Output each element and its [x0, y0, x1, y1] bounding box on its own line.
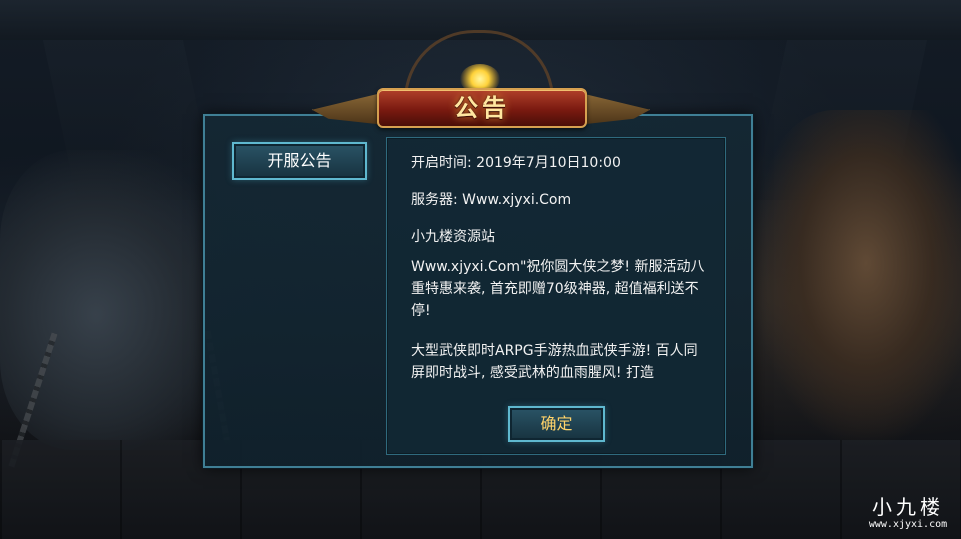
background-creature-right	[750, 110, 961, 450]
watermark: 小九楼 www.xjyxi.com	[858, 496, 958, 536]
site-name-text: 小九楼资源站	[411, 229, 495, 245]
confirm-button[interactable]: 确定	[508, 406, 605, 442]
promo-text: Www.xjyxi.Com"祝你圆大侠之梦! 新服活动八重特惠来袭, 首充即赠7…	[411, 259, 705, 319]
tab-server-announcement[interactable]: 开服公告	[232, 142, 367, 180]
title-plate: 公告	[377, 88, 587, 128]
dialog-title-ornament: 公告	[312, 30, 650, 130]
dialog-title: 公告	[454, 93, 510, 122]
server-text: 服务器: Www.xjyxi.Com	[411, 192, 572, 208]
game-scene: 公告 开服公告 开启时间: 2019年7月10日10:00 服务器: Www.x…	[0, 0, 961, 539]
watermark-url: www.xjyxi.com	[868, 519, 948, 530]
open-time-text: 开启时间: 2019年7月10日10:00	[411, 155, 621, 171]
announcement-text-scroll[interactable]: 开启时间: 2019年7月10日10:00 服务器: Www.xjyxi.Com…	[411, 152, 711, 390]
intro-text: 大型武侠即时ARPG手游热血武侠手游! 百人同屏即时战斗, 感受武林的血雨腥风!…	[411, 343, 698, 381]
watermark-title: 小九楼	[872, 495, 944, 519]
